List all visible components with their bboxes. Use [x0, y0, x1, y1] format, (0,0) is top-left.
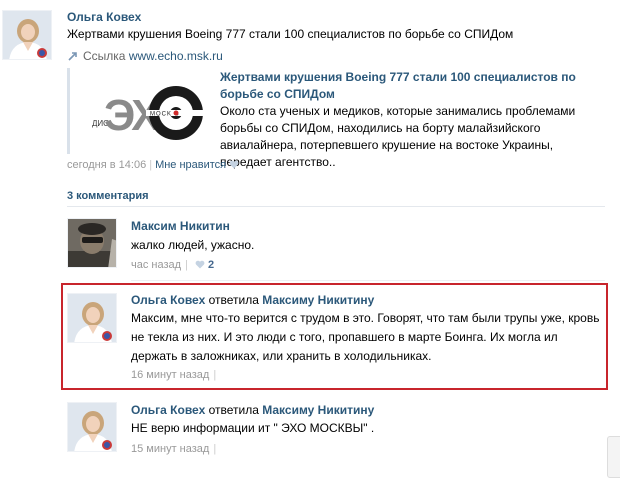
attachment-description: Около ста ученых и медиков, которые зани… — [220, 104, 576, 169]
comment-meta: 15 минут назад | — [131, 443, 220, 455]
source-label: Ссылка — [83, 49, 126, 63]
comment-meta: 16 минут назад | — [131, 369, 220, 381]
like-count[interactable]: 2 — [208, 259, 214, 271]
comment-header: Ольга Ковех ответила Максиму Никитину — [131, 293, 374, 307]
link-icon — [67, 50, 79, 62]
comment-text: НЕ верю информации ит " ЭХО МОСКВЫ" . — [131, 421, 375, 435]
comment-author[interactable]: Ольга Ковех — [131, 403, 205, 417]
replied-word: ответила — [208, 403, 259, 417]
separator: | — [213, 369, 217, 381]
comments-divider — [67, 206, 605, 207]
commenter-avatar[interactable] — [67, 218, 117, 268]
source-url[interactable]: www.echo.msk.ru — [129, 49, 223, 63]
replied-word: ответила — [208, 293, 259, 307]
heart-icon[interactable] — [229, 160, 239, 169]
reply-to-link[interactable]: Максиму Никитину — [262, 403, 374, 417]
separator: | — [185, 259, 188, 271]
author-avatar[interactable] — [2, 10, 52, 60]
comment-meta: час назад | 2 — [131, 259, 214, 271]
commenter-avatar[interactable] — [67, 293, 117, 343]
comment-header: Ольга Ковех ответила Максиму Никитину — [131, 403, 374, 417]
reply-to-link[interactable]: Максиму Никитину — [262, 293, 374, 307]
comment-time[interactable]: 16 минут назад — [131, 369, 209, 381]
comment-author[interactable]: Максим Никитин — [131, 219, 230, 233]
attachment-divider — [67, 68, 70, 154]
heart-icon[interactable] — [195, 260, 205, 269]
post-author-name[interactable]: Ольга Ковех — [67, 10, 141, 24]
comment-time[interactable]: 15 минут назад — [131, 443, 209, 455]
like-button[interactable]: Мне нравится — [155, 159, 226, 171]
comment-text: Максим, мне что-то верится с трудом в эт… — [131, 311, 600, 363]
separator: | — [213, 443, 217, 455]
echo-moskvy-logo[interactable]: ДИО ЭХ MOCK B — [76, 70, 206, 154]
comment-author[interactable]: Ольга Ковех — [131, 293, 205, 307]
comment-divider — [131, 280, 605, 281]
post-meta: сегодня в 14:06 | Мне нравится — [67, 159, 239, 171]
post-time[interactable]: сегодня в 14:06 — [67, 159, 146, 171]
comment-text: жалко людей, ужасно. — [131, 238, 255, 252]
commenter-avatar[interactable] — [67, 402, 117, 452]
separator: | — [149, 159, 153, 171]
attachment-title[interactable]: Жертвами крушения Boeing 777 стали 100 с… — [220, 69, 600, 103]
comment-time[interactable]: час назад — [131, 259, 181, 271]
side-widget[interactable] — [607, 436, 620, 478]
post-text: Жертвами крушения Boeing 777 стали 100 с… — [67, 27, 514, 41]
comments-count[interactable]: 3 комментария — [67, 190, 149, 202]
post-source: Ссылка www.echo.msk.ru — [67, 49, 223, 63]
